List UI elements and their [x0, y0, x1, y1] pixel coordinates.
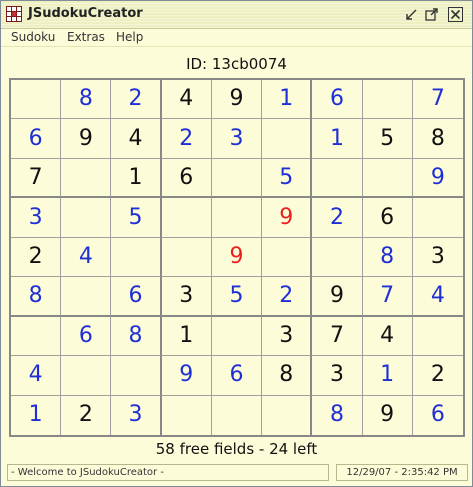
sudoku-cell-r7-c6[interactable]: 3 — [262, 316, 313, 357]
sudoku-cell-r1-c9[interactable]: 7 — [412, 80, 463, 120]
sudoku-cell-r5-c9[interactable]: 3 — [412, 238, 463, 278]
status-message: - Welcome to JSudokuCreator - — [7, 464, 329, 481]
sudoku-cell-r2-c5[interactable]: 3 — [211, 119, 263, 159]
sudoku-cell-r5-c5[interactable]: 9 — [211, 237, 263, 278]
sudoku-cell-r3-c6[interactable]: 5 — [262, 158, 313, 199]
sudoku-cell-r9-c5[interactable] — [212, 395, 263, 435]
sudoku-cell-r8-c6[interactable]: 8 — [262, 356, 313, 396]
menu-help[interactable]: Help — [116, 30, 143, 44]
menu-sudoku[interactable]: Sudoku — [11, 30, 55, 44]
sudoku-cell-r6-c7[interactable]: 9 — [312, 277, 363, 317]
sudoku-cell-r4-c5[interactable] — [211, 198, 263, 238]
sudoku-cell-r4-c3[interactable]: 5 — [111, 198, 162, 238]
sudoku-cell-r6-c3[interactable]: 6 — [111, 277, 162, 317]
sudoku-cell-r3-c9[interactable]: 9 — [412, 159, 463, 199]
sudoku-cell-r7-c5[interactable] — [211, 316, 263, 357]
sudoku-cell-r4-c7[interactable]: 2 — [312, 198, 363, 238]
sudoku-cell-r9-c7[interactable]: 8 — [312, 395, 363, 435]
app-grid-icon — [6, 6, 22, 22]
sudoku-cell-r2-c3[interactable]: 4 — [111, 119, 162, 159]
sudoku-cell-r1-c1[interactable] — [11, 80, 62, 120]
sudoku-cell-r4-c1[interactable]: 3 — [11, 198, 62, 238]
status-datetime: 12/29/07 - 2:35:42 PM — [336, 464, 468, 481]
minimize-icon[interactable] — [404, 7, 419, 22]
sudoku-cell-r4-c6[interactable]: 9 — [262, 198, 313, 238]
window-title: JSudokuCreator — [28, 6, 143, 21]
sudoku-cell-r5-c4[interactable] — [161, 237, 212, 278]
sudoku-cell-r7-c9[interactable] — [412, 317, 463, 357]
sudoku-cell-r7-c7[interactable]: 7 — [312, 316, 363, 357]
sudoku-cell-r3-c2[interactable] — [61, 158, 112, 199]
sudoku-cell-r4-c9[interactable] — [412, 198, 463, 238]
sudoku-cell-r5-c6[interactable] — [262, 237, 313, 278]
free-fields-status: 58 free fields - 24 left — [155, 440, 318, 458]
sudoku-cell-r8-c5[interactable]: 6 — [211, 356, 263, 396]
sudoku-cell-r1-c6[interactable]: 1 — [262, 80, 313, 120]
sudoku-cell-r9-c6[interactable] — [262, 395, 313, 435]
sudoku-cell-r2-c6[interactable] — [262, 119, 313, 159]
sudoku-cell-r7-c1[interactable] — [11, 316, 62, 357]
sudoku-cell-r5-c1[interactable]: 2 — [11, 237, 62, 278]
sudoku-cell-r3-c3[interactable]: 1 — [111, 158, 162, 199]
sudoku-cell-r6-c9[interactable]: 4 — [412, 277, 463, 317]
sudoku-cell-r5-c7[interactable] — [312, 237, 363, 278]
sudoku-cell-r9-c8[interactable]: 9 — [363, 395, 413, 435]
puzzle-id-label: ID: 13cb0074 — [186, 55, 287, 73]
sudoku-cell-r1-c8[interactable] — [362, 80, 413, 120]
app-window: JSudokuCreator Sudoku Extras Help ID: 13… — [0, 0, 473, 487]
sudoku-cell-r2-c4[interactable]: 2 — [161, 119, 212, 159]
title-bar[interactable]: JSudokuCreator — [1, 1, 472, 29]
sudoku-cell-r3-c1[interactable]: 7 — [11, 158, 62, 199]
sudoku-cell-r5-c8[interactable]: 8 — [362, 237, 413, 278]
sudoku-cell-r7-c8[interactable]: 4 — [362, 316, 413, 357]
menu-bar: Sudoku Extras Help — [1, 29, 472, 47]
sudoku-cell-r7-c2[interactable]: 6 — [61, 316, 112, 357]
sudoku-cell-r3-c4[interactable]: 6 — [161, 158, 212, 199]
sudoku-cell-r2-c7[interactable]: 1 — [312, 119, 363, 159]
sudoku-cell-r6-c2[interactable] — [61, 277, 112, 317]
sudoku-cell-r7-c3[interactable]: 8 — [111, 316, 162, 357]
sudoku-cell-r2-c9[interactable]: 8 — [412, 119, 463, 159]
sudoku-cell-r9-c4[interactable] — [162, 395, 212, 435]
close-icon[interactable] — [448, 7, 463, 22]
sudoku-cell-r8-c8[interactable]: 1 — [362, 356, 413, 396]
sudoku-cell-r1-c4[interactable]: 4 — [161, 80, 212, 120]
sudoku-cell-r2-c2[interactable]: 9 — [61, 119, 112, 159]
sudoku-cell-r9-c1[interactable]: 1 — [11, 395, 62, 435]
sudoku-cell-r1-c5[interactable]: 9 — [211, 80, 263, 120]
sudoku-cell-r5-c2[interactable]: 4 — [61, 237, 112, 278]
sudoku-cell-r4-c8[interactable]: 6 — [362, 198, 413, 238]
sudoku-cell-r4-c4[interactable] — [161, 198, 212, 238]
sudoku-cell-r8-c3[interactable] — [111, 356, 162, 396]
sudoku-cell-r6-c1[interactable]: 8 — [11, 277, 62, 317]
sudoku-cell-r6-c5[interactable]: 5 — [211, 277, 263, 317]
sudoku-cell-r9-c9[interactable]: 6 — [413, 396, 463, 435]
maximize-icon[interactable] — [424, 7, 439, 22]
sudoku-grid: 8249167694231587165935926249838635297468… — [9, 78, 465, 437]
sudoku-cell-r8-c9[interactable]: 2 — [412, 356, 463, 396]
sudoku-cell-r6-c6[interactable]: 2 — [262, 277, 313, 317]
sudoku-cell-r3-c8[interactable] — [362, 158, 413, 199]
sudoku-cell-r6-c8[interactable]: 7 — [362, 277, 413, 317]
sudoku-cell-r3-c7[interactable] — [312, 158, 363, 199]
sudoku-cell-r2-c1[interactable]: 6 — [11, 119, 62, 159]
sudoku-cell-r9-c2[interactable]: 2 — [61, 395, 112, 435]
sudoku-cell-r3-c5[interactable] — [211, 158, 263, 199]
sudoku-cell-r5-c3[interactable] — [111, 237, 162, 278]
menu-extras[interactable]: Extras — [67, 30, 105, 44]
sudoku-cell-r4-c2[interactable] — [61, 198, 112, 238]
sudoku-cell-r7-c4[interactable]: 1 — [161, 316, 212, 357]
sudoku-cell-r8-c1[interactable]: 4 — [11, 356, 62, 396]
sudoku-cell-r1-c3[interactable]: 2 — [111, 80, 162, 120]
sudoku-cell-r2-c8[interactable]: 5 — [362, 119, 413, 159]
sudoku-cell-r9-c3[interactable]: 3 — [111, 395, 162, 435]
sudoku-cell-r6-c4[interactable]: 3 — [161, 277, 212, 317]
sudoku-cell-r8-c4[interactable]: 9 — [161, 356, 212, 396]
sudoku-cell-r8-c2[interactable] — [61, 356, 112, 396]
sudoku-cell-r8-c7[interactable]: 3 — [312, 356, 363, 396]
sudoku-cell-r1-c2[interactable]: 8 — [61, 80, 112, 120]
sudoku-cell-r1-c7[interactable]: 6 — [312, 80, 363, 120]
